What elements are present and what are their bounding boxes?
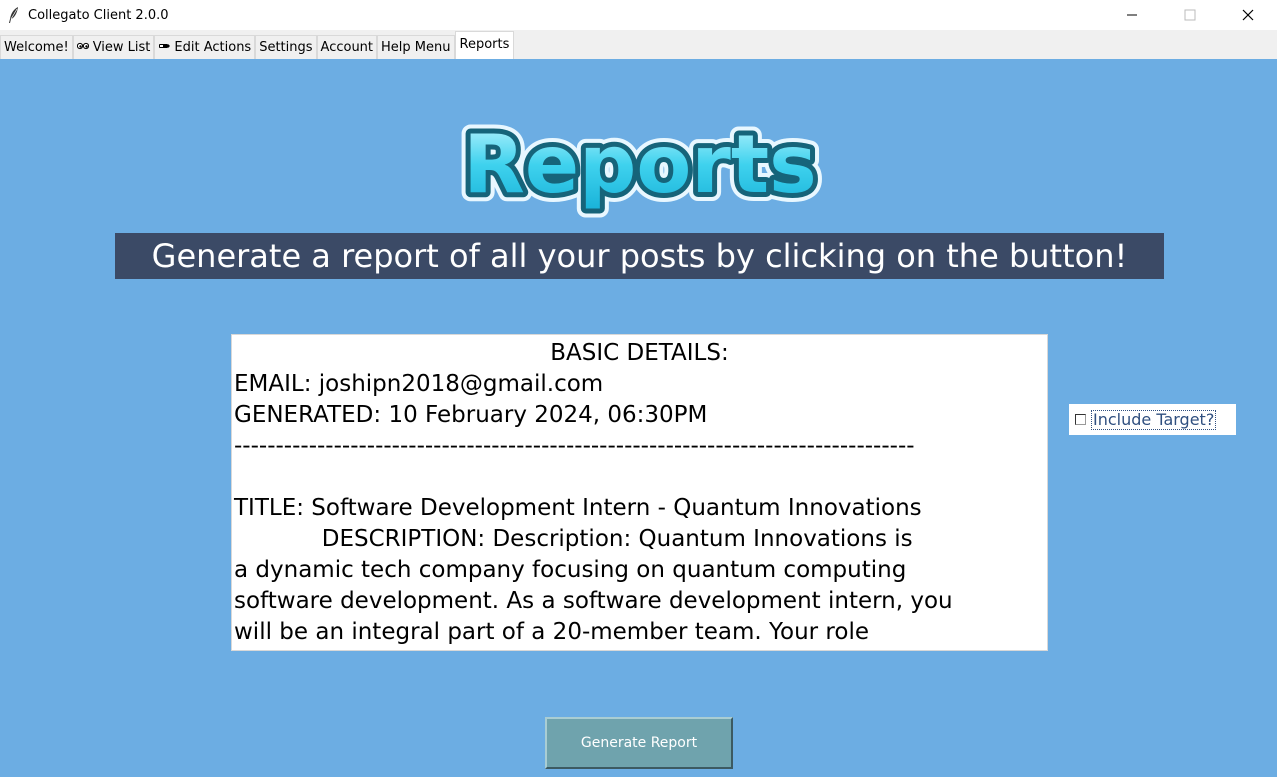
report-generated: GENERATED: 10 February 2024, 06:30PM xyxy=(234,402,708,428)
tab-welcome[interactable]: Welcome! xyxy=(0,35,73,59)
include-target-label[interactable]: Include Target? xyxy=(1091,409,1217,430)
report-textbox[interactable]: BASIC DETAILS: EMAIL: joshipn2018@gmail.… xyxy=(231,334,1048,651)
tab-account[interactable]: Account xyxy=(316,35,378,59)
tab-label: Account xyxy=(320,40,374,55)
tab-bar: Welcome! View List Edit Actions Settings… xyxy=(0,30,1277,59)
report-blank-line xyxy=(234,462,1045,493)
tab-label: View List xyxy=(92,40,151,55)
tab-help-menu[interactable]: Help Menu xyxy=(377,35,455,59)
tab-reports[interactable]: Reports xyxy=(454,31,515,59)
tab-label: Reports xyxy=(459,37,510,52)
title-bar: Collegato Client 2.0.0 xyxy=(0,0,1277,30)
report-description-line: a dynamic tech company focusing on quant… xyxy=(234,557,907,583)
tab-settings[interactable]: Settings xyxy=(255,35,317,59)
minimize-button[interactable] xyxy=(1103,0,1161,30)
include-target-checkbox[interactable]: Include Target? xyxy=(1069,404,1236,435)
report-email: EMAIL: joshipn2018@gmail.com xyxy=(234,371,604,397)
page-headline: Generate a report of all your posts by c… xyxy=(115,233,1164,279)
report-description-line: DESCRIPTION: Description: Quantum Innova… xyxy=(234,526,913,552)
report-separator: ----------------------------------------… xyxy=(234,433,915,459)
report-post-title: TITLE: Software Development Intern - Qua… xyxy=(234,495,922,521)
feather-icon xyxy=(2,0,26,30)
report-description-line: will be an integral part of a 20-member … xyxy=(234,619,869,645)
close-icon xyxy=(1242,9,1254,21)
tab-label: Welcome! xyxy=(4,40,69,55)
checkbox-square[interactable] xyxy=(1075,414,1086,425)
tab-label: Help Menu xyxy=(381,40,451,55)
minimize-icon xyxy=(1127,14,1137,16)
reports-logo: Reports Reports Reports xyxy=(454,104,825,228)
tab-view-list[interactable]: View List xyxy=(72,35,155,59)
tab-edit-actions[interactable]: Edit Actions xyxy=(154,35,256,59)
eyes-icon xyxy=(76,42,89,53)
tab-label: Edit Actions xyxy=(174,40,252,55)
generate-report-button[interactable]: Generate Report xyxy=(545,717,733,769)
maximize-button[interactable] xyxy=(1161,0,1219,30)
report-description-line: software development. As a software deve… xyxy=(234,588,953,614)
maximize-icon xyxy=(1184,9,1196,21)
window-title: Collegato Client 2.0.0 xyxy=(28,7,169,23)
logo-text-fill: Reports xyxy=(463,118,816,211)
close-button[interactable] xyxy=(1219,0,1277,30)
tab-label: Settings xyxy=(259,40,313,55)
report-heading: BASIC DETAILS: xyxy=(550,340,729,366)
pencil-icon xyxy=(158,42,171,53)
